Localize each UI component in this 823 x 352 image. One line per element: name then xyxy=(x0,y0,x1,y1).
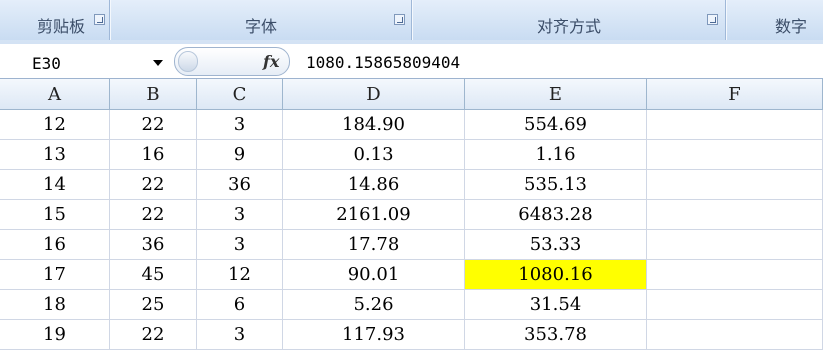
cell-e-row4[interactable]: 6483.28 xyxy=(465,200,647,230)
dialog-launcher-icon[interactable] xyxy=(394,14,405,25)
column-header-b[interactable]: B xyxy=(110,79,197,110)
cell-c-row8[interactable]: 3 xyxy=(197,320,283,350)
ribbon-group-label: 数字 xyxy=(775,17,808,36)
cell-d-row1[interactable]: 184.90 xyxy=(283,110,465,140)
cell-c-row6[interactable]: 12 xyxy=(197,260,283,290)
cell-a-row6[interactable]: 17 xyxy=(0,260,110,290)
ribbon-group-label: 字体 xyxy=(244,17,277,36)
cell-d-row7[interactable]: 5.26 xyxy=(283,290,465,320)
cell-f-row8[interactable] xyxy=(647,320,823,350)
name-box[interactable]: E30 xyxy=(0,47,170,75)
formula-controls: fx xyxy=(174,47,290,76)
cell-c-row7[interactable]: 6 xyxy=(197,290,283,320)
cell-c-row5[interactable]: 3 xyxy=(197,230,283,260)
ribbon-group-alignment: 对齐方式 xyxy=(412,0,726,40)
column-header-d[interactable]: D xyxy=(283,79,465,110)
chevron-down-icon[interactable] xyxy=(153,60,163,66)
cell-f-row3[interactable] xyxy=(647,170,823,200)
cell-e-row3[interactable]: 535.13 xyxy=(465,170,647,200)
cell-a-row2[interactable]: 13 xyxy=(0,140,110,170)
ribbon-group-bar: 剪贴板 字体 对齐方式 数字 xyxy=(0,0,823,45)
cell-c-row3[interactable]: 36 xyxy=(197,170,283,200)
column-header-c[interactable]: C xyxy=(197,79,283,110)
dialog-launcher-icon[interactable] xyxy=(94,14,105,25)
cell-f-row1[interactable] xyxy=(647,110,823,140)
cell-a-row1[interactable]: 12 xyxy=(0,110,110,140)
column-header-f[interactable]: F xyxy=(647,79,823,110)
cell-a-row4[interactable]: 15 xyxy=(0,200,110,230)
formula-input[interactable]: 1080.15865809404 xyxy=(306,53,460,72)
cell-b-row5[interactable]: 36 xyxy=(110,230,197,260)
cell-f-row6[interactable] xyxy=(647,260,823,290)
cell-e-row6[interactable]: 1080.16 xyxy=(465,260,647,290)
cell-a-row3[interactable]: 14 xyxy=(0,170,110,200)
cell-f-row4[interactable] xyxy=(647,200,823,230)
cell-e-row2[interactable]: 1.16 xyxy=(465,140,647,170)
cell-f-row7[interactable] xyxy=(647,290,823,320)
cell-e-row7[interactable]: 31.54 xyxy=(465,290,647,320)
ribbon-group-label: 对齐方式 xyxy=(536,17,601,36)
name-box-value: E30 xyxy=(32,54,61,73)
cell-b-row6[interactable]: 45 xyxy=(110,260,197,290)
column-header-a[interactable]: A xyxy=(0,79,110,110)
resize-handle[interactable] xyxy=(178,51,198,72)
ribbon-group-clipboard: 剪贴板 xyxy=(0,0,110,40)
ribbon-group-font: 字体 xyxy=(110,0,412,40)
cell-e-row5[interactable]: 53.33 xyxy=(465,230,647,260)
cell-d-row6[interactable]: 90.01 xyxy=(283,260,465,290)
cell-f-row5[interactable] xyxy=(647,230,823,260)
formula-bar: E30 fx 1080.15865809404 xyxy=(0,44,823,79)
cell-d-row3[interactable]: 14.86 xyxy=(283,170,465,200)
cell-a-row5[interactable]: 16 xyxy=(0,230,110,260)
cell-b-row2[interactable]: 16 xyxy=(110,140,197,170)
cell-b-row1[interactable]: 22 xyxy=(110,110,197,140)
ribbon-group-number: 数字 xyxy=(726,0,823,40)
cell-c-row4[interactable]: 3 xyxy=(197,200,283,230)
cell-e-row1[interactable]: 554.69 xyxy=(465,110,647,140)
cell-b-row3[interactable]: 22 xyxy=(110,170,197,200)
dialog-launcher-icon[interactable] xyxy=(707,14,718,25)
cell-e-row8[interactable]: 353.78 xyxy=(465,320,647,350)
cell-c-row1[interactable]: 3 xyxy=(197,110,283,140)
cell-a-row8[interactable]: 19 xyxy=(0,320,110,350)
cell-a-row7[interactable]: 18 xyxy=(0,290,110,320)
cell-b-row4[interactable]: 22 xyxy=(110,200,197,230)
cell-d-row8[interactable]: 117.93 xyxy=(283,320,465,350)
cell-c-row2[interactable]: 9 xyxy=(197,140,283,170)
insert-function-icon[interactable]: fx xyxy=(263,52,279,71)
column-header-e[interactable]: E xyxy=(465,79,647,110)
cell-d-row2[interactable]: 0.13 xyxy=(283,140,465,170)
ribbon-group-label: 剪贴板 xyxy=(36,17,85,36)
cell-f-row2[interactable] xyxy=(647,140,823,170)
cell-d-row5[interactable]: 17.78 xyxy=(283,230,465,260)
cell-b-row7[interactable]: 25 xyxy=(110,290,197,320)
cell-b-row8[interactable]: 22 xyxy=(110,320,197,350)
cell-d-row4[interactable]: 2161.09 xyxy=(283,200,465,230)
